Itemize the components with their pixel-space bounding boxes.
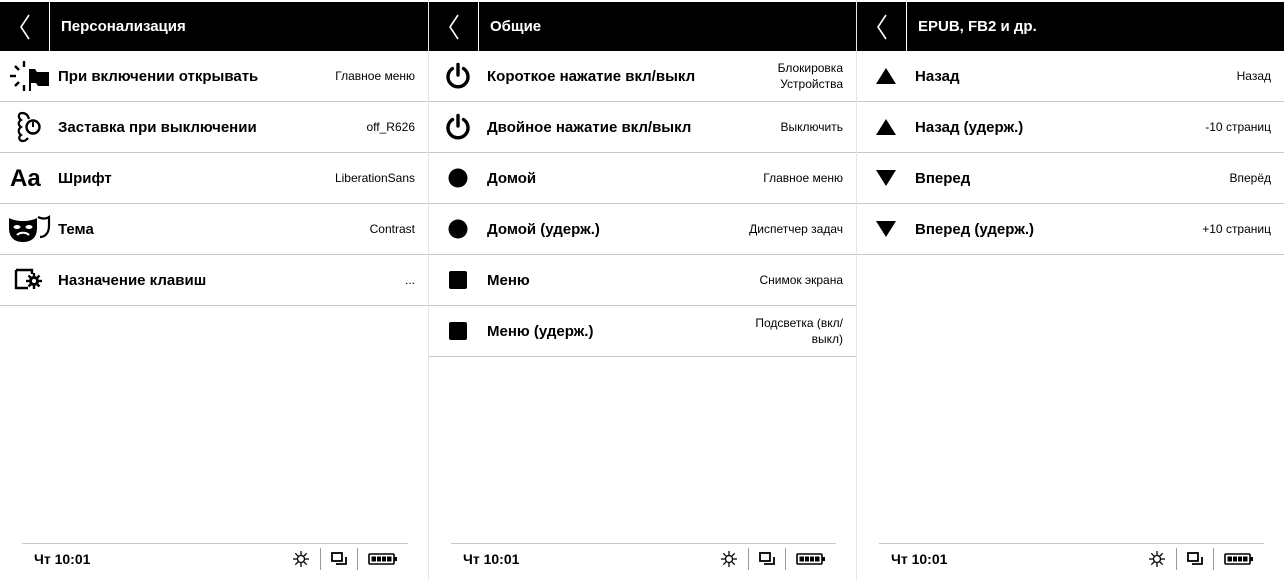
back-chevron-icon bbox=[876, 14, 887, 39]
windows-icon[interactable] bbox=[320, 548, 357, 570]
setting-value: Главное меню bbox=[763, 171, 843, 185]
triangle-up-icon bbox=[857, 51, 915, 102]
key-mapping-icon bbox=[0, 255, 58, 306]
setting-row-forward[interactable]: Вперед Вперёд bbox=[857, 153, 1284, 204]
setting-row-power-short[interactable]: Короткое нажатие вкл/выкл Блокировка Уст… bbox=[429, 51, 856, 102]
header-bar: Общие bbox=[429, 2, 856, 51]
setting-value: ... bbox=[404, 273, 415, 287]
theme-masks-icon bbox=[0, 204, 58, 255]
screen-epub-fb2: EPUB, FB2 и др. Назад Назад Назад (удерж… bbox=[856, 0, 1284, 580]
setting-row-home[interactable]: Домой Главное меню bbox=[429, 153, 856, 204]
setting-label: Вперед (удерж.) bbox=[915, 220, 1035, 238]
setting-row-startup[interactable]: При включении открывать Главное меню bbox=[0, 51, 428, 102]
brightness-icon[interactable] bbox=[1138, 548, 1176, 570]
setting-label: Заставка при выключении bbox=[58, 118, 257, 136]
setting-value: Снимок экрана bbox=[759, 273, 843, 287]
settings-list: Короткое нажатие вкл/выкл Блокировка Уст… bbox=[429, 51, 856, 357]
setting-label: При включении открывать bbox=[58, 67, 259, 85]
square-icon bbox=[429, 255, 487, 306]
setting-value: Главное меню bbox=[335, 69, 415, 83]
setting-row-power-double[interactable]: Двойное нажатие вкл/выкл Выключить bbox=[429, 102, 856, 153]
setting-value: off_R626 bbox=[366, 120, 416, 134]
setting-value: Диспетчер задач bbox=[749, 222, 843, 236]
status-bar: Чт 10:01 bbox=[451, 543, 836, 570]
setting-value: Выключить bbox=[780, 120, 843, 134]
settings-list: При включении открывать Главное меню Зас… bbox=[0, 51, 428, 306]
setting-value: Contrast bbox=[369, 222, 415, 236]
setting-value: Подсветка (вкл/ выкл) bbox=[755, 316, 843, 346]
header-bar: Персонализация bbox=[0, 2, 428, 51]
setting-label: Назад (удерж.) bbox=[915, 118, 1024, 136]
setting-row-forward-hold[interactable]: Вперед (удерж.) +10 страниц bbox=[857, 204, 1284, 255]
setting-label: Назначение клавиш bbox=[58, 271, 207, 289]
header-bar: EPUB, FB2 и др. bbox=[857, 2, 1284, 51]
setting-label: Тема bbox=[58, 220, 94, 238]
setting-label: Вперед bbox=[915, 169, 971, 187]
page-title: Общие bbox=[490, 18, 542, 35]
back-button[interactable] bbox=[857, 2, 907, 51]
setting-label: Домой bbox=[487, 169, 537, 187]
circle-icon bbox=[429, 153, 487, 204]
setting-label: Меню (удерж.) bbox=[487, 322, 594, 340]
setting-label: Короткое нажатие вкл/выкл bbox=[487, 67, 696, 85]
setting-value: Назад bbox=[1236, 69, 1271, 83]
triangle-down-icon bbox=[857, 153, 915, 204]
status-time: Чт 10:01 bbox=[463, 551, 520, 567]
font-icon: Aa bbox=[0, 153, 58, 204]
back-button[interactable] bbox=[429, 2, 479, 51]
setting-row-menu-hold[interactable]: Меню (удерж.) Подсветка (вкл/ выкл) bbox=[429, 306, 856, 357]
status-time: Чт 10:01 bbox=[891, 551, 948, 567]
triangle-down-icon bbox=[857, 204, 915, 255]
battery-icon bbox=[357, 548, 408, 570]
status-time: Чт 10:01 bbox=[34, 551, 91, 567]
square-icon bbox=[429, 306, 487, 357]
back-button[interactable] bbox=[0, 2, 50, 51]
triangle-up-icon bbox=[857, 102, 915, 153]
back-chevron-icon bbox=[448, 14, 459, 39]
screen-personalization: Персонализация При включении открывать Г… bbox=[0, 0, 428, 580]
setting-row-home-hold[interactable]: Домой (удерж.) Диспетчер задач bbox=[429, 204, 856, 255]
power-icon bbox=[429, 102, 487, 153]
windows-icon[interactable] bbox=[748, 548, 785, 570]
page-title: EPUB, FB2 и др. bbox=[918, 18, 1037, 35]
setting-value: LiberationSans bbox=[334, 171, 415, 185]
windows-icon[interactable] bbox=[1176, 548, 1213, 570]
setting-row-menu[interactable]: Меню Снимок экрана bbox=[429, 255, 856, 306]
setting-row-back[interactable]: Назад Назад bbox=[857, 51, 1284, 102]
battery-icon bbox=[1213, 548, 1264, 570]
setting-label: Шрифт bbox=[58, 169, 112, 187]
circle-icon bbox=[429, 204, 487, 255]
setting-label: Двойное нажатие вкл/выкл bbox=[487, 118, 692, 136]
setting-label: Меню bbox=[487, 271, 530, 289]
status-bar: Чт 10:01 bbox=[22, 543, 408, 570]
setting-label: Домой (удерж.) bbox=[487, 220, 600, 238]
power-icon bbox=[429, 51, 487, 102]
brightness-icon[interactable] bbox=[710, 548, 748, 570]
setting-row-font[interactable]: Aa Шрифт LiberationSans bbox=[0, 153, 428, 204]
svg-text:Aa: Aa bbox=[10, 165, 41, 192]
status-bar: Чт 10:01 bbox=[879, 543, 1264, 570]
setting-value: -10 страниц bbox=[1205, 120, 1271, 134]
brightness-icon[interactable] bbox=[282, 548, 320, 570]
battery-icon bbox=[785, 548, 836, 570]
setting-row-theme[interactable]: Тема Contrast bbox=[0, 204, 428, 255]
screen-general: Общие Короткое нажатие вкл/выкл Блокиров… bbox=[428, 0, 856, 580]
setting-value: +10 страниц bbox=[1202, 222, 1271, 236]
settings-list: Назад Назад Назад (удерж.) -10 страниц В… bbox=[857, 51, 1284, 255]
setting-row-keymap[interactable]: Назначение клавиш ... bbox=[0, 255, 428, 306]
page-title: Персонализация bbox=[61, 18, 186, 35]
setting-row-screensaver[interactable]: Заставка при выключении off_R626 bbox=[0, 102, 428, 153]
startup-flag-icon bbox=[0, 51, 58, 102]
setting-value: Вперёд bbox=[1229, 171, 1271, 185]
setting-row-back-hold[interactable]: Назад (удерж.) -10 страниц bbox=[857, 102, 1284, 153]
back-chevron-icon bbox=[19, 14, 30, 39]
setting-value: Блокировка Устройства bbox=[777, 61, 843, 91]
screensaver-icon bbox=[0, 102, 58, 153]
setting-label: Назад bbox=[915, 67, 960, 85]
